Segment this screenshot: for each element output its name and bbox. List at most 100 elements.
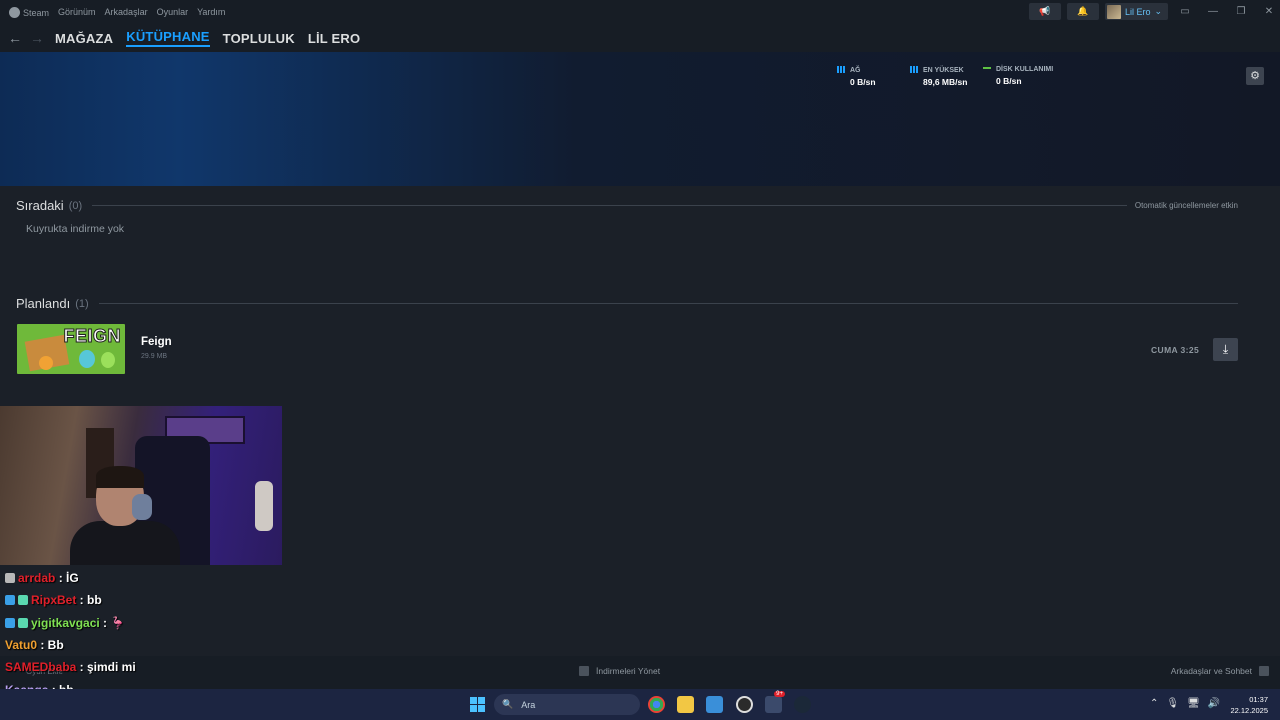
queue-empty-message: Kuyrukta indirme yok bbox=[26, 223, 125, 235]
close-icon[interactable]: ✕ bbox=[1258, 6, 1280, 17]
peak-stat: EN YÜKSEK 89,6 MB/sn bbox=[910, 66, 967, 87]
notification-badge: 9+ bbox=[774, 691, 785, 697]
thumbnail-art bbox=[39, 356, 53, 370]
menu-help[interactable]: Yardım bbox=[197, 7, 225, 17]
network-icon[interactable]: 🖥 bbox=[1187, 698, 1200, 709]
chat-text: : bbox=[99, 616, 111, 630]
chat-username: arrdab bbox=[18, 571, 56, 585]
disk-stat: DİSK KULLANIMI 0 B/sn bbox=[983, 66, 1053, 86]
network-label: AĞ bbox=[850, 67, 861, 74]
headphones-icon bbox=[132, 494, 152, 520]
gear-icon: ⚙ bbox=[1250, 70, 1260, 82]
friends-chat-button[interactable]: Arkadaşlar ve Sohbet bbox=[1171, 666, 1269, 676]
line-legend-icon bbox=[983, 67, 991, 69]
queue-count: (0) bbox=[68, 199, 83, 212]
menu-friends[interactable]: Arkadaşlar bbox=[105, 7, 148, 17]
friends-chat-label: Arkadaşlar ve Sohbet bbox=[1170, 666, 1252, 676]
bottom-bar: Oyun Ekle İndirmeleri Yönet Arkadaşlar v… bbox=[0, 656, 1280, 689]
back-arrow-icon[interactable]: ← bbox=[4, 30, 26, 46]
download-button[interactable]: ⤓ bbox=[1213, 338, 1238, 361]
system-tray: ⌃ 🎙 🖥 🔊 bbox=[1150, 698, 1220, 709]
network-stat: AĞ 0 B/sn bbox=[837, 66, 876, 87]
chevron-up-icon[interactable]: ⌃ bbox=[1150, 698, 1158, 709]
thumbnail-art bbox=[101, 352, 115, 368]
clock-date: 22.12.2025 bbox=[1230, 706, 1268, 715]
title-bar-controls: 📢 🔔 Lil Ero ⌄ ▭ — ❐ ✕ bbox=[1028, 3, 1280, 20]
tab-library[interactable]: KÜTÜPHANE bbox=[126, 29, 210, 47]
webcam-person bbox=[96, 466, 144, 488]
scheduled-count: (1) bbox=[75, 297, 89, 310]
app-icon[interactable] bbox=[736, 696, 753, 713]
disk-value: 0 B/sn bbox=[996, 76, 1022, 86]
menu-view[interactable]: Görünüm bbox=[58, 7, 96, 17]
download-manager-icon bbox=[579, 666, 589, 676]
file-explorer-icon[interactable] bbox=[677, 696, 694, 713]
menu-bar: Steam Görünüm Arkadaşlar Oyunlar Yardım bbox=[0, 6, 225, 18]
menu-games[interactable]: Oyunlar bbox=[157, 7, 189, 17]
maximize-icon[interactable]: ❐ bbox=[1230, 6, 1252, 17]
search-icon: 🔍 bbox=[502, 699, 514, 709]
menu-steam[interactable]: Steam bbox=[9, 6, 49, 18]
bar-chart-icon bbox=[837, 66, 845, 73]
queue-header: Sıradaki (0) Otomatik güncellemeler etki… bbox=[16, 198, 1238, 213]
avatar bbox=[1106, 4, 1121, 19]
system-clock[interactable]: 01:37 22.12.2025 bbox=[1228, 694, 1268, 716]
search-placeholder: Ara bbox=[521, 699, 536, 710]
webcam-person bbox=[70, 521, 180, 565]
chat-username: yigitkavgaci bbox=[31, 616, 100, 630]
divider bbox=[98, 303, 1238, 304]
chat-text: : Bb bbox=[37, 638, 64, 652]
microphone-icon[interactable]: 🎙 bbox=[1166, 698, 1179, 709]
disk-label: DİSK KULLANIMI bbox=[996, 66, 1054, 73]
chat-message: RipxBet : bb bbox=[5, 593, 102, 607]
manage-downloads-button[interactable]: İndirmeleri Yönet bbox=[579, 666, 660, 676]
thumbnail-art bbox=[79, 350, 95, 368]
windows-start-icon[interactable] bbox=[470, 697, 485, 712]
download-stats-panel: AĞ 0 B/sn EN YÜKSEK 89,6 MB/sn DİSK KULL… bbox=[0, 52, 1280, 186]
divider bbox=[92, 205, 1127, 206]
settings-button[interactable]: ⚙ bbox=[1246, 67, 1264, 85]
webcam-background bbox=[255, 481, 273, 531]
big-picture-icon[interactable]: ▭ bbox=[1174, 6, 1196, 17]
chat-badge-icon bbox=[18, 618, 28, 628]
bell-icon: 🔔 bbox=[1077, 6, 1089, 16]
chat-text: : şimdi mi bbox=[76, 660, 136, 674]
megaphone-icon: 📢 bbox=[1039, 6, 1051, 16]
game-app-icon[interactable]: 9+ bbox=[765, 691, 785, 713]
windows-taskbar: 🔍 Ara 9+ ⌃ 🎙 🖥 🔊 01:37 22.12.2025 bbox=[0, 689, 1280, 720]
auto-updates-note: Otomatik güncellemeler etkin bbox=[1134, 201, 1238, 210]
announcements-button[interactable]: 📢 bbox=[1028, 3, 1061, 20]
tab-store[interactable]: MAĞAZA bbox=[55, 31, 113, 46]
download-icon: ⤓ bbox=[1222, 342, 1229, 356]
scheduled-title: Planlandı bbox=[16, 296, 71, 311]
chat-message: yigitkavgaci : 🦩 bbox=[5, 616, 125, 630]
nav-bar: ← → MAĞAZA KÜTÜPHANE TOPLULUK LİL ERO bbox=[0, 24, 1280, 52]
chat-icon bbox=[1259, 666, 1269, 676]
chevron-down-icon: ⌄ bbox=[1154, 6, 1162, 16]
user-menu-button[interactable]: Lil Ero ⌄ bbox=[1104, 3, 1168, 20]
chrome-icon[interactable] bbox=[648, 696, 665, 713]
game-name[interactable]: Feign bbox=[141, 336, 172, 348]
chat-text: : İG bbox=[55, 571, 79, 585]
volume-icon[interactable]: 🔊 bbox=[1208, 698, 1220, 709]
user-name: Lil Ero bbox=[1124, 6, 1151, 17]
photos-icon[interactable] bbox=[706, 696, 723, 713]
tab-community[interactable]: TOPLULUK bbox=[223, 31, 295, 46]
taskbar-search[interactable]: 🔍 Ara bbox=[494, 694, 640, 715]
forward-arrow-icon[interactable]: → bbox=[26, 30, 48, 46]
minimize-icon[interactable]: — bbox=[1202, 6, 1224, 17]
game-thumbnail[interactable]: FEIGN bbox=[17, 324, 125, 374]
chat-badge-icon bbox=[18, 595, 28, 605]
steam-taskbar-icon[interactable] bbox=[794, 696, 811, 713]
chat-message: SAMEDbaba : şimdi mi bbox=[5, 660, 136, 674]
chat-username: RipxBet bbox=[31, 593, 77, 607]
scheduled-time: CUMA 3:25 bbox=[1151, 345, 1200, 355]
chat-username: SAMEDbaba bbox=[5, 660, 77, 674]
steam-logo-icon bbox=[9, 6, 20, 18]
notifications-button[interactable]: 🔔 bbox=[1066, 3, 1099, 20]
game-logo: FEIGN bbox=[63, 326, 121, 347]
chat-message: Vatu0 : Bb bbox=[5, 638, 64, 652]
tab-profile[interactable]: LİL ERO bbox=[308, 31, 360, 46]
title-bar: Steam Görünüm Arkadaşlar Oyunlar Yardım … bbox=[0, 0, 1280, 24]
chat-badge-icon bbox=[5, 595, 15, 605]
